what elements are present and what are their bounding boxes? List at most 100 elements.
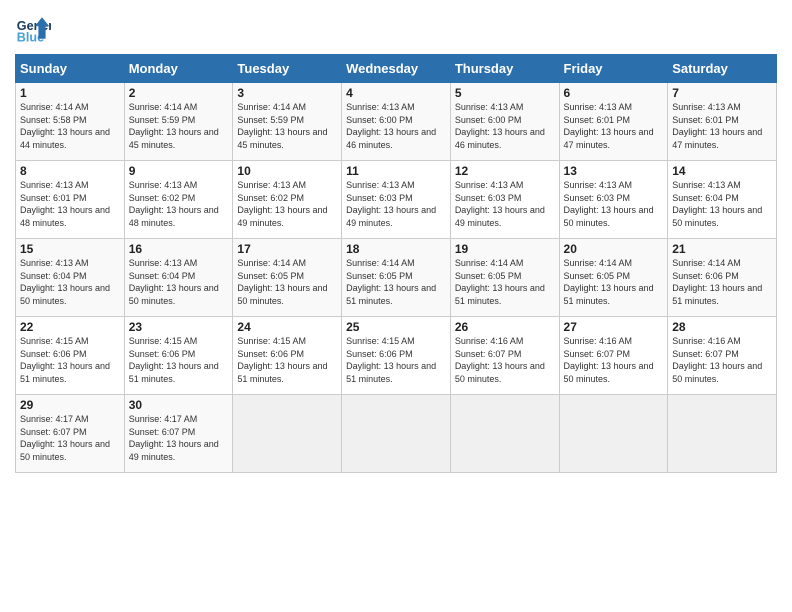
daylight-label: Daylight: 13 hours and 50 minutes. [564, 205, 654, 228]
day-number: 17 [237, 242, 337, 256]
sunrise-label: Sunrise: 4:17 AM [129, 414, 198, 424]
sunrise-label: Sunrise: 4:13 AM [672, 102, 741, 112]
calendar-week-row: 29 Sunrise: 4:17 AM Sunset: 6:07 PM Dayl… [16, 395, 777, 473]
day-info: Sunrise: 4:13 AM Sunset: 6:01 PM Dayligh… [20, 179, 120, 229]
sunrise-label: Sunrise: 4:14 AM [564, 258, 633, 268]
calendar-week-row: 8 Sunrise: 4:13 AM Sunset: 6:01 PM Dayli… [16, 161, 777, 239]
sunset-label: Sunset: 5:59 PM [129, 115, 196, 125]
calendar-header-row: SundayMondayTuesdayWednesdayThursdayFrid… [16, 55, 777, 83]
header: General Blue [15, 10, 777, 46]
sunset-label: Sunset: 6:01 PM [564, 115, 631, 125]
calendar-day-cell [450, 395, 559, 473]
daylight-label: Daylight: 13 hours and 51 minutes. [455, 283, 545, 306]
calendar-day-cell: 22 Sunrise: 4:15 AM Sunset: 6:06 PM Dayl… [16, 317, 125, 395]
sunset-label: Sunset: 6:07 PM [455, 349, 522, 359]
sunset-label: Sunset: 6:03 PM [455, 193, 522, 203]
calendar-day-cell: 29 Sunrise: 4:17 AM Sunset: 6:07 PM Dayl… [16, 395, 125, 473]
sunset-label: Sunset: 5:59 PM [237, 115, 304, 125]
sunset-label: Sunset: 6:03 PM [346, 193, 413, 203]
daylight-label: Daylight: 13 hours and 48 minutes. [20, 205, 110, 228]
day-number: 22 [20, 320, 120, 334]
day-info: Sunrise: 4:15 AM Sunset: 6:06 PM Dayligh… [129, 335, 229, 385]
day-number: 15 [20, 242, 120, 256]
daylight-label: Daylight: 13 hours and 50 minutes. [237, 283, 327, 306]
sunset-label: Sunset: 6:07 PM [672, 349, 739, 359]
day-info: Sunrise: 4:14 AM Sunset: 6:05 PM Dayligh… [237, 257, 337, 307]
day-number: 8 [20, 164, 120, 178]
calendar-day-cell: 6 Sunrise: 4:13 AM Sunset: 6:01 PM Dayli… [559, 83, 668, 161]
day-info: Sunrise: 4:13 AM Sunset: 6:04 PM Dayligh… [20, 257, 120, 307]
day-number: 11 [346, 164, 446, 178]
day-info: Sunrise: 4:13 AM Sunset: 6:04 PM Dayligh… [672, 179, 772, 229]
day-number: 25 [346, 320, 446, 334]
daylight-label: Daylight: 13 hours and 47 minutes. [672, 127, 762, 150]
day-info: Sunrise: 4:14 AM Sunset: 5:59 PM Dayligh… [237, 101, 337, 151]
calendar-day-cell: 28 Sunrise: 4:16 AM Sunset: 6:07 PM Dayl… [668, 317, 777, 395]
daylight-label: Daylight: 13 hours and 48 minutes. [129, 205, 219, 228]
sunrise-label: Sunrise: 4:16 AM [564, 336, 633, 346]
daylight-label: Daylight: 13 hours and 49 minutes. [346, 205, 436, 228]
sunrise-label: Sunrise: 4:14 AM [672, 258, 741, 268]
day-number: 27 [564, 320, 664, 334]
logo: General Blue [15, 10, 55, 46]
calendar-day-cell: 5 Sunrise: 4:13 AM Sunset: 6:00 PM Dayli… [450, 83, 559, 161]
day-number: 19 [455, 242, 555, 256]
calendar-day-cell: 16 Sunrise: 4:13 AM Sunset: 6:04 PM Dayl… [124, 239, 233, 317]
calendar-day-cell: 3 Sunrise: 4:14 AM Sunset: 5:59 PM Dayli… [233, 83, 342, 161]
day-info: Sunrise: 4:13 AM Sunset: 6:03 PM Dayligh… [346, 179, 446, 229]
daylight-label: Daylight: 13 hours and 49 minutes. [129, 439, 219, 462]
day-number: 5 [455, 86, 555, 100]
calendar-week-row: 15 Sunrise: 4:13 AM Sunset: 6:04 PM Dayl… [16, 239, 777, 317]
page: General Blue SundayMondayTuesdayWednesda… [0, 0, 792, 612]
logo-icon: General Blue [15, 10, 51, 46]
sunset-label: Sunset: 6:05 PM [346, 271, 413, 281]
sunrise-label: Sunrise: 4:14 AM [129, 102, 198, 112]
daylight-label: Daylight: 13 hours and 51 minutes. [672, 283, 762, 306]
calendar-week-row: 22 Sunrise: 4:15 AM Sunset: 6:06 PM Dayl… [16, 317, 777, 395]
day-info: Sunrise: 4:14 AM Sunset: 6:05 PM Dayligh… [346, 257, 446, 307]
day-info: Sunrise: 4:13 AM Sunset: 6:01 PM Dayligh… [672, 101, 772, 151]
calendar-day-cell: 14 Sunrise: 4:13 AM Sunset: 6:04 PM Dayl… [668, 161, 777, 239]
daylight-label: Daylight: 13 hours and 50 minutes. [20, 439, 110, 462]
calendar-header-cell: Friday [559, 55, 668, 83]
day-info: Sunrise: 4:13 AM Sunset: 6:01 PM Dayligh… [564, 101, 664, 151]
calendar-day-cell: 10 Sunrise: 4:13 AM Sunset: 6:02 PM Dayl… [233, 161, 342, 239]
day-number: 7 [672, 86, 772, 100]
calendar-header-cell: Thursday [450, 55, 559, 83]
day-number: 2 [129, 86, 229, 100]
day-number: 28 [672, 320, 772, 334]
calendar-header-cell: Monday [124, 55, 233, 83]
day-info: Sunrise: 4:15 AM Sunset: 6:06 PM Dayligh… [237, 335, 337, 385]
daylight-label: Daylight: 13 hours and 47 minutes. [564, 127, 654, 150]
daylight-label: Daylight: 13 hours and 45 minutes. [129, 127, 219, 150]
calendar-day-cell: 15 Sunrise: 4:13 AM Sunset: 6:04 PM Dayl… [16, 239, 125, 317]
sunset-label: Sunset: 6:06 PM [672, 271, 739, 281]
sunset-label: Sunset: 6:01 PM [20, 193, 87, 203]
day-info: Sunrise: 4:14 AM Sunset: 6:05 PM Dayligh… [564, 257, 664, 307]
day-info: Sunrise: 4:16 AM Sunset: 6:07 PM Dayligh… [564, 335, 664, 385]
daylight-label: Daylight: 13 hours and 50 minutes. [129, 283, 219, 306]
day-info: Sunrise: 4:13 AM Sunset: 6:00 PM Dayligh… [346, 101, 446, 151]
calendar-day-cell: 23 Sunrise: 4:15 AM Sunset: 6:06 PM Dayl… [124, 317, 233, 395]
sunrise-label: Sunrise: 4:14 AM [237, 102, 306, 112]
calendar-day-cell: 13 Sunrise: 4:13 AM Sunset: 6:03 PM Dayl… [559, 161, 668, 239]
sunrise-label: Sunrise: 4:13 AM [346, 180, 415, 190]
sunrise-label: Sunrise: 4:13 AM [129, 180, 198, 190]
daylight-label: Daylight: 13 hours and 51 minutes. [346, 283, 436, 306]
sunset-label: Sunset: 6:00 PM [455, 115, 522, 125]
day-info: Sunrise: 4:13 AM Sunset: 6:03 PM Dayligh… [455, 179, 555, 229]
calendar-body: 1 Sunrise: 4:14 AM Sunset: 5:58 PM Dayli… [16, 83, 777, 473]
sunrise-label: Sunrise: 4:13 AM [346, 102, 415, 112]
sunrise-label: Sunrise: 4:13 AM [129, 258, 198, 268]
sunset-label: Sunset: 6:05 PM [237, 271, 304, 281]
day-info: Sunrise: 4:13 AM Sunset: 6:02 PM Dayligh… [129, 179, 229, 229]
day-number: 14 [672, 164, 772, 178]
sunrise-label: Sunrise: 4:13 AM [20, 258, 89, 268]
sunrise-label: Sunrise: 4:13 AM [672, 180, 741, 190]
day-number: 6 [564, 86, 664, 100]
daylight-label: Daylight: 13 hours and 50 minutes. [564, 361, 654, 384]
sunset-label: Sunset: 6:03 PM [564, 193, 631, 203]
daylight-label: Daylight: 13 hours and 46 minutes. [455, 127, 545, 150]
calendar-day-cell: 30 Sunrise: 4:17 AM Sunset: 6:07 PM Dayl… [124, 395, 233, 473]
calendar-day-cell: 17 Sunrise: 4:14 AM Sunset: 6:05 PM Dayl… [233, 239, 342, 317]
